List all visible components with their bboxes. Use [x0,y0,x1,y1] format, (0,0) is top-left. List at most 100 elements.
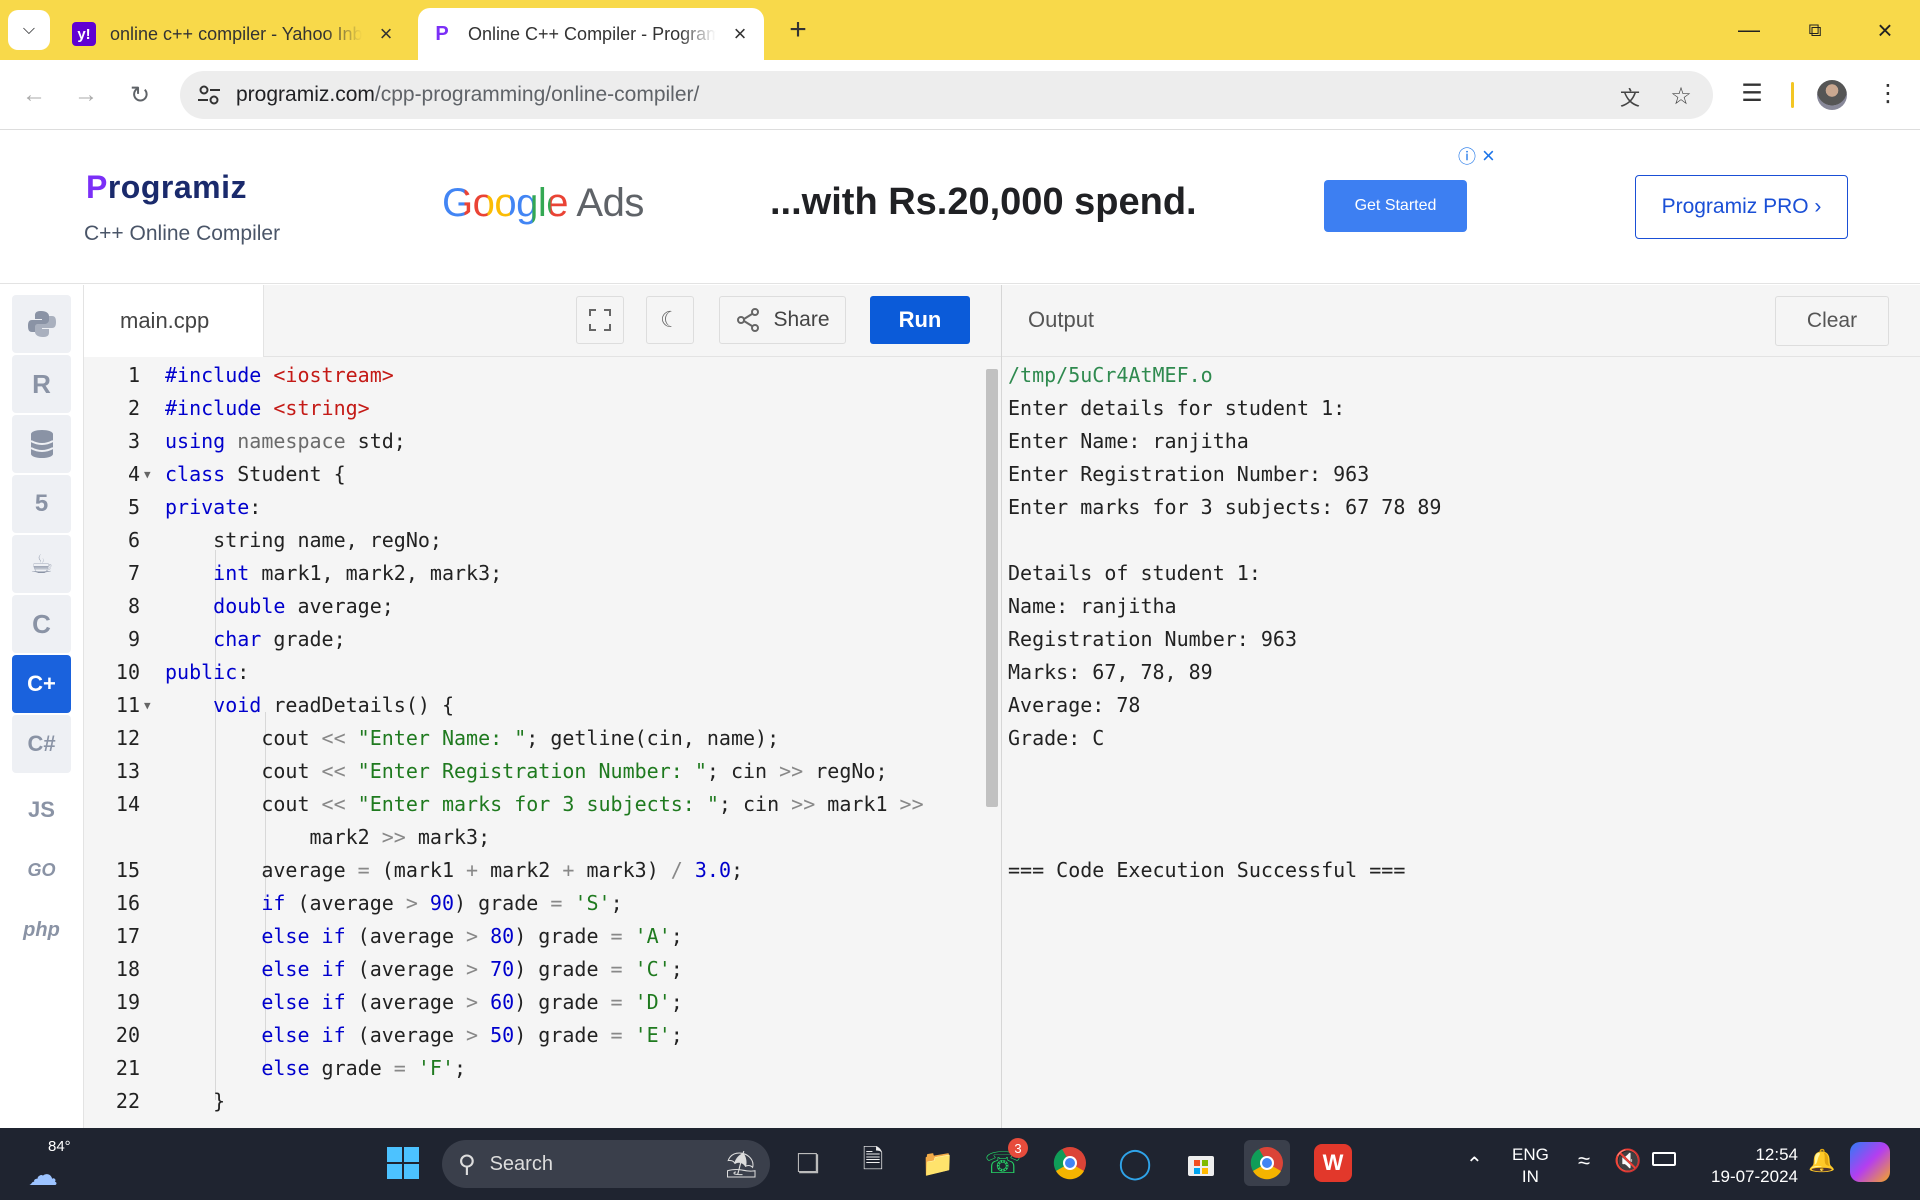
forward-button[interactable]: → [66,75,106,115]
volume-muted-icon[interactable]: 🔇 [1614,1148,1641,1174]
code-line[interactable]: 6 string name, regNo; [84,524,984,557]
code-line[interactable]: 16 if (average > 90) grade = 'S'; [84,887,984,920]
tab-yahoo-inbox[interactable]: y! online c++ compiler - Yahoo Inbox × [60,8,410,60]
close-icon[interactable]: × [1482,143,1495,169]
python-icon[interactable] [12,295,71,353]
ad-get-started-button[interactable]: Get Started [1324,180,1467,232]
code-token: 'S' [574,891,611,915]
php-icon[interactable]: php [12,901,71,959]
notification-bell-icon[interactable]: 🔔 [1808,1148,1835,1174]
language-indicator[interactable]: ENG IN [1512,1144,1549,1188]
window-close-button[interactable]: × [1860,10,1910,50]
code-line[interactable]: 15 average = (mark1 + mark2 + mark3) / 3… [84,854,984,887]
task-view-icon[interactable]: ❏ [785,1140,831,1186]
address-bar[interactable]: programiz.com/cpp-programming/online-com… [180,71,1713,119]
taskbar-search[interactable]: ⚲ Search ⛱ [442,1140,770,1188]
file-tab-main-cpp[interactable]: main.cpp [84,285,264,357]
fold-toggle-icon[interactable]: ▼ [144,458,151,491]
fold-toggle-icon[interactable]: ▼ [144,689,151,722]
url-text[interactable]: programiz.com/cpp-programming/online-com… [236,83,699,107]
new-tab-button[interactable]: + [780,12,816,48]
extensions-icon[interactable]: ☰ [1734,75,1770,111]
share-button[interactable]: Share [719,296,846,344]
reload-button[interactable]: ↻ [120,75,160,115]
microsoft-store-icon[interactable] [1178,1140,1224,1186]
code-line[interactable]: 8 double average; [84,590,984,623]
minimize-button[interactable]: — [1724,10,1774,50]
code-line[interactable]: 11 ▼ void readDetails() { [84,689,984,722]
restore-button[interactable]: ⧉ [1790,10,1840,50]
more-menu-icon[interactable]: ⋮ [1870,75,1906,111]
ad-choices[interactable]: ⓘ × [1458,143,1495,169]
code-line[interactable]: 14 cout << "Enter marks for 3 subjects: … [84,788,984,821]
wifi-icon[interactable]: ≈ [1578,1148,1590,1174]
copilot-icon[interactable] [1850,1142,1890,1182]
chrome-profile-icon[interactable] [1244,1140,1290,1186]
java-icon[interactable]: ☕ [12,535,71,593]
weather-widget[interactable]: 84° ☁ [24,1138,74,1192]
translate-icon[interactable]: 文 [1617,83,1643,110]
ad-headline[interactable]: ...with Rs.20,000 spend. [770,181,1197,224]
programiz-logo[interactable]: Programiz [86,169,247,206]
wps-office-icon[interactable]: W [1310,1140,1356,1186]
site-settings-icon[interactable] [196,83,222,107]
code-line[interactable]: 2 #include <string> [84,392,984,425]
profile-avatar[interactable] [1817,80,1847,110]
code-editor[interactable]: 1 #include <iostream> 2 #include <string> 3 u… [84,357,1001,1128]
tab-search-button[interactable]: ⌵ [8,10,50,50]
run-button[interactable]: Run [870,296,970,344]
html5-icon[interactable]: 5 [12,475,71,533]
show-hidden-icons-button[interactable]: ⌃ [1466,1152,1483,1177]
programiz-pro-button[interactable]: Programiz PRO › [1635,175,1848,239]
code-line[interactable]: 10 public: [84,656,984,689]
code-line[interactable]: 9 char grade; [84,623,984,656]
r-icon[interactable]: R [12,355,71,413]
output-console[interactable]: /tmp/5uCr4AtMEF.o Enter details for stude… [1002,357,1920,1128]
edge-icon[interactable]: ◯ [1112,1140,1158,1186]
info-icon[interactable]: ⓘ [1458,143,1476,169]
close-icon[interactable]: × [372,20,400,48]
code-line[interactable]: 5 private: [84,491,984,524]
bookmark-star-icon[interactable]: ☆ [1668,83,1694,110]
code-line[interactable]: 22 } [84,1085,984,1118]
code-line[interactable]: 20 else if (average > 50) grade = 'E'; [84,1019,984,1052]
code-token: : [237,660,250,684]
code-text: else grade = 'F'; [165,1052,466,1085]
sql-icon[interactable] [12,415,71,473]
code-token: private [165,495,250,519]
tab-programiz[interactable]: P Online C++ Compiler - Programiz × [418,8,764,60]
code-line[interactable]: 18 else if (average > 70) grade = 'C'; [84,953,984,986]
code-line[interactable]: 21 else grade = 'F'; [84,1052,984,1085]
code-line[interactable]: mark2 >> mark3; [84,821,984,854]
whatsapp-icon[interactable]: ☏ 3 [980,1138,1028,1186]
code-line[interactable]: 1 #include <iostream> [84,359,984,392]
go-icon[interactable]: GO [12,841,71,899]
code-line[interactable]: 7 int mark1, mark2, mark3; [84,557,984,590]
battery-icon[interactable] [1652,1152,1676,1166]
code-token: ) grade [454,891,551,915]
clock[interactable]: 12:54 19-07-2024 [1704,1144,1798,1188]
ad-google-ads-logo[interactable]: Google Ads [442,181,644,226]
js-icon[interactable]: JS [12,781,71,839]
editor-scrollbar[interactable] [986,369,998,807]
code-line[interactable]: 19 else if (average > 60) grade = 'D'; [84,986,984,1019]
line-number: 18 [115,957,140,981]
code-line[interactable]: 13 cout << "Enter Registration Number: "… [84,755,984,788]
code-line[interactable]: 4 ▼ class Student { [84,458,984,491]
c-icon[interactable]: C [12,595,71,653]
file-icon[interactable]: 🗎 [850,1140,896,1186]
code-text: if (average > 90) grade = 'S'; [165,887,622,920]
file-explorer-icon[interactable]: 📁 [915,1140,961,1186]
dark-mode-button[interactable]: ☾ [646,296,694,344]
code-line[interactable]: 17 else if (average > 80) grade = 'A'; [84,920,984,953]
code-line[interactable]: 12 cout << "Enter Name: "; getline(cin, … [84,722,984,755]
windows-start-icon[interactable] [380,1140,426,1186]
csharp-icon[interactable]: C# [12,715,71,773]
fullscreen-button[interactable] [576,296,624,344]
code-line[interactable]: 3 using namespace std; [84,425,984,458]
cpp-icon[interactable]: C+ [12,655,71,713]
chrome-icon[interactable] [1047,1140,1093,1186]
clear-button[interactable]: Clear [1775,296,1889,346]
close-icon[interactable]: × [726,20,754,48]
back-button[interactable]: ← [14,75,54,115]
